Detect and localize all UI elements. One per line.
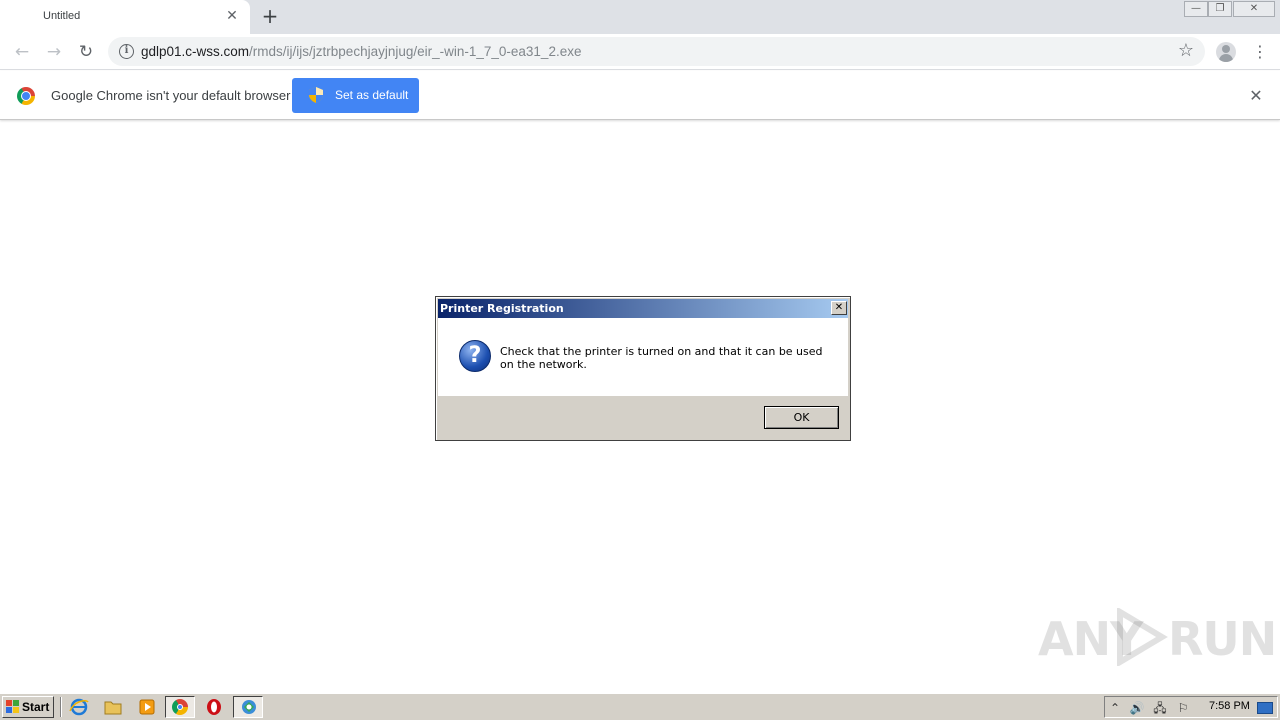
screen: Untitled ✕ + — ❐ ✕ ← → ↻ i gdlp01.c-wss.… (0, 0, 1280, 720)
chrome-logo-icon (17, 87, 35, 105)
media-player-icon[interactable] (136, 697, 158, 717)
watermark-run: RUN (1168, 612, 1277, 666)
flag-icon[interactable]: ⚐ (1175, 700, 1191, 716)
ok-button[interactable]: OK (764, 406, 839, 429)
taskbar-clock[interactable]: 7:58 PM (1209, 700, 1250, 712)
tab-close-icon[interactable]: ✕ (224, 8, 240, 24)
dialog-body: ? Check that the printer is turned on an… (438, 318, 848, 396)
browser-tab[interactable]: Untitled ✕ (0, 0, 250, 34)
tray-expand-icon[interactable]: ⌃ (1107, 700, 1123, 716)
info-icon[interactable]: i (119, 44, 134, 59)
browser-toolbar: ← → ↻ i gdlp01.c-wss.com/rmds/ij/ijs/jzt… (0, 34, 1280, 70)
forward-arrow-icon[interactable]: → (43, 41, 65, 63)
reload-icon[interactable]: ↻ (75, 41, 97, 63)
opera-icon[interactable] (203, 697, 225, 717)
taskbar: Start ⌃ 🔊 🖧 ⚐ 7:58 PM (0, 693, 1280, 720)
tab-strip: Untitled ✕ + — ❐ ✕ (0, 0, 1280, 34)
new-tab-icon[interactable]: + (260, 6, 280, 26)
back-arrow-icon[interactable]: ← (11, 41, 33, 63)
close-icon[interactable]: ✕ (1246, 86, 1266, 106)
taskbar-printer-app-task[interactable] (233, 696, 263, 718)
taskbar-chrome-task[interactable] (165, 696, 195, 718)
dialog-message: Check that the printer is turned on and … (500, 345, 823, 371)
set-as-default-label: Set as default (335, 88, 409, 102)
menu-icon[interactable]: ⋮ (1252, 41, 1268, 63)
star-icon[interactable]: ☆ (1176, 41, 1196, 61)
url-host: gdlp01.c-wss.com (141, 44, 250, 59)
show-desktop-icon[interactable] (1257, 702, 1273, 714)
start-button[interactable]: Start (2, 696, 54, 718)
dialog-close-button[interactable]: ✕ (831, 301, 847, 315)
taskbar-separator (60, 697, 62, 717)
shield-icon (309, 87, 323, 103)
start-label: Start (22, 700, 50, 714)
printer-registration-dialog: Printer Registration ✕ ? Check that the … (435, 296, 851, 441)
printer-app-icon (242, 700, 256, 714)
set-as-default-button[interactable]: Set as default (292, 78, 419, 113)
folder-icon[interactable] (102, 697, 124, 717)
address-bar[interactable]: i gdlp01.c-wss.com/rmds/ij/ijs/jztrbpech… (108, 37, 1205, 66)
window-minimize-button[interactable]: — (1184, 1, 1208, 17)
start-logo-icon (6, 700, 19, 713)
network-icon[interactable]: 🖧 (1152, 700, 1168, 716)
url-text[interactable]: gdlp01.c-wss.com/rmds/ij/ijs/jztrbpechja… (141, 44, 581, 59)
volume-icon[interactable]: 🔊 (1129, 700, 1145, 716)
dialog-title: Printer Registration (440, 302, 564, 315)
window-close-button[interactable]: ✕ (1233, 1, 1275, 17)
infobar-message: Google Chrome isn't your default browser (51, 88, 291, 103)
default-browser-infobar: Google Chrome isn't your default browser… (0, 71, 1280, 120)
url-path: /rmds/ij/ijs/jztrbpechjayjnjug/eir_-win-… (249, 44, 582, 59)
ie-icon[interactable] (68, 697, 90, 717)
dialog-titlebar[interactable]: Printer Registration ✕ (438, 299, 848, 318)
watermark-play-icon (1117, 608, 1168, 666)
window-maximize-button[interactable]: ❐ (1208, 1, 1232, 17)
profile-icon[interactable] (1216, 42, 1236, 62)
question-icon: ? (459, 340, 491, 372)
system-tray: ⌃ 🔊 🖧 ⚐ 7:58 PM (1104, 696, 1278, 718)
tab-title: Untitled (43, 10, 81, 22)
anyrun-watermark: ANY RUN (1038, 606, 1277, 666)
